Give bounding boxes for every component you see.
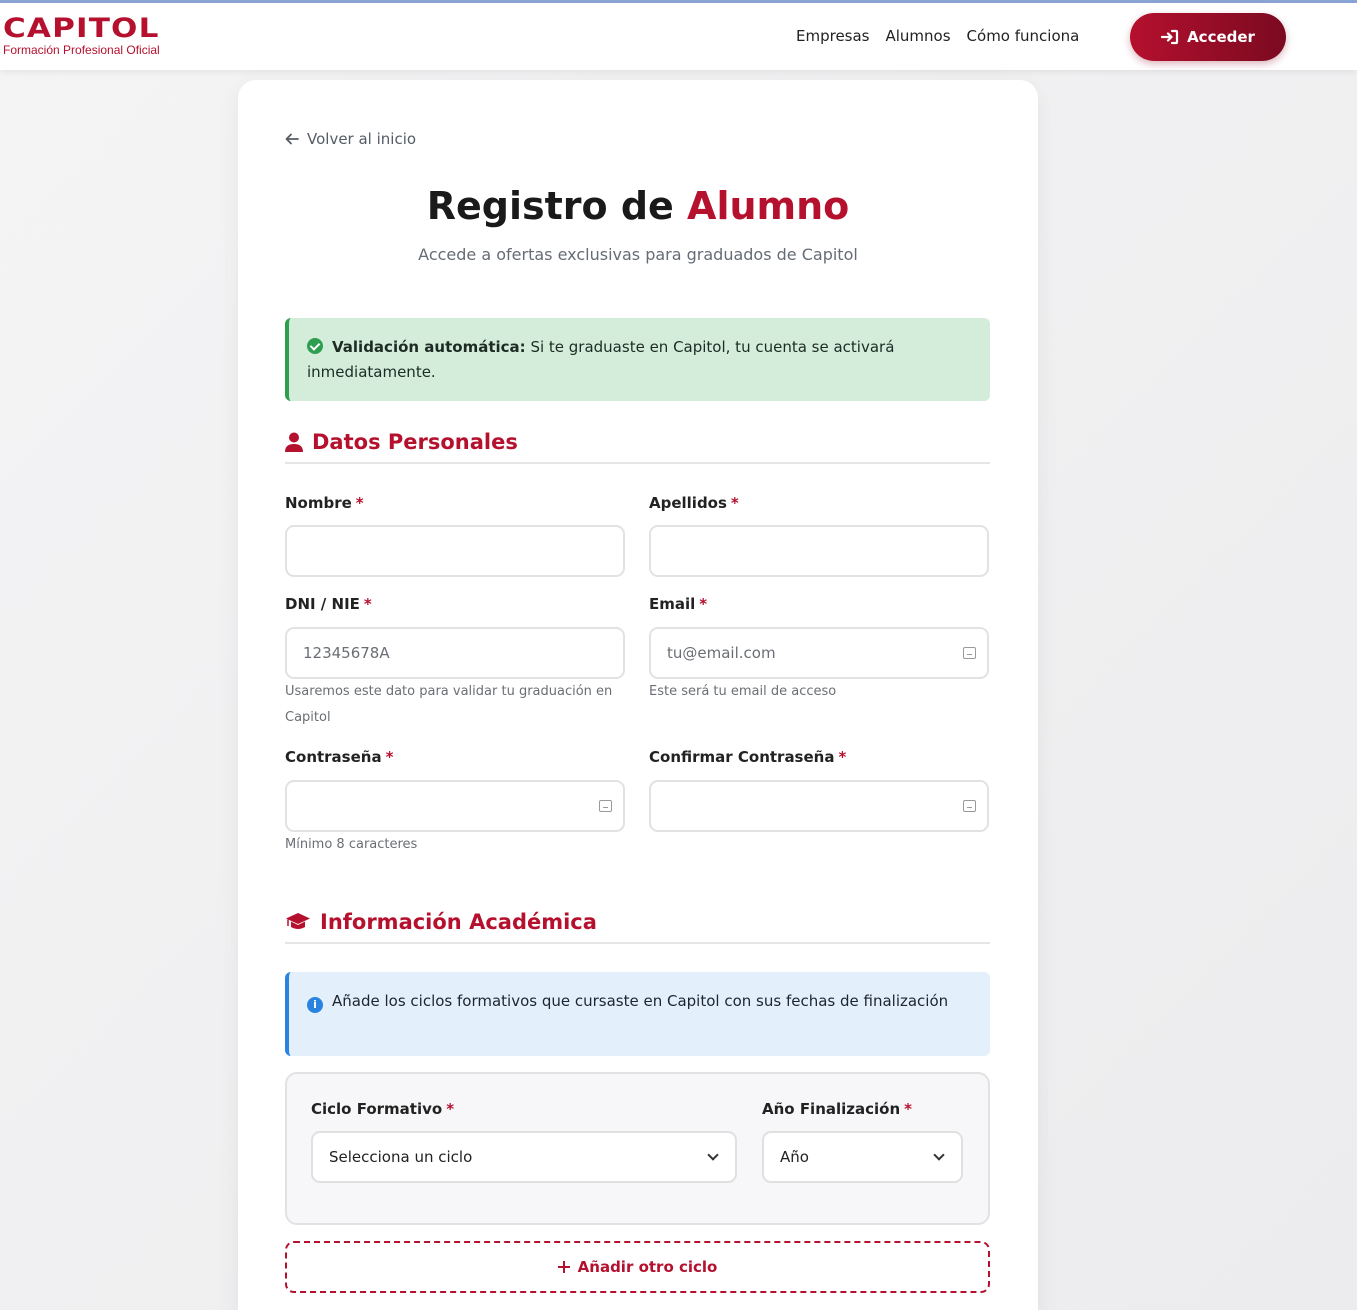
info-circle-icon: i [307,997,323,1013]
confirm-password-label-text: Confirmar Contraseña [649,748,835,766]
section-personal-data: Datos Personales [285,430,990,464]
nav-empresas[interactable]: Empresas [796,26,870,46]
user-icon [285,432,303,452]
ciclo-select[interactable]: Selecciona un ciclo [311,1131,737,1183]
apellidos-field[interactable] [649,525,989,577]
page-title: Registro de Alumno [238,184,1038,228]
apellidos-label: Apellidos * [649,494,739,512]
title-prefix: Registro de [426,184,674,228]
email-placeholder: tu@email.com [667,644,776,662]
back-link[interactable]: Volver al inicio [285,130,416,148]
dni-label-text: DNI / NIE [285,595,360,613]
add-cycle-label: Añadir otro ciclo [577,1258,718,1276]
page-subtitle: Accede a ofertas exclusivas para graduad… [418,245,858,264]
apellidos-label-text: Apellidos [649,494,727,512]
email-hint: Este será tu email de acceso [649,684,837,699]
autofill-icon[interactable] [963,647,976,659]
logo-text: CAPITOL [3,13,160,44]
site-header: CAPITOL Formación Profesional Oficial Em… [0,3,1357,70]
anio-label-text: Año Finalización [762,1100,901,1118]
nombre-field[interactable] [285,525,625,577]
required-mark: * [904,1100,913,1118]
password-hint: Mínimo 8 caracteres [285,837,418,852]
required-mark: * [838,748,847,766]
section-academic-title: Información Académica [320,910,597,934]
dni-field[interactable]: 12345678A [285,627,625,679]
sign-in-icon [1161,29,1179,45]
login-button[interactable]: Acceder [1130,13,1286,61]
required-mark: * [363,595,372,613]
graduation-cap-icon [286,913,310,929]
anio-label: Año Finalización * [762,1100,912,1118]
dni-label: DNI / NIE * [285,595,372,613]
plus-icon [557,1261,570,1273]
autofill-icon[interactable] [963,800,976,812]
back-link-label: Volver al inicio [307,130,417,148]
anio-select-value: Año [780,1148,809,1166]
email-field[interactable]: tu@email.com [649,627,989,679]
email-label-text: Email [649,595,696,613]
logo-subtitle: Formación Profesional Oficial [3,43,160,57]
anio-select[interactable]: Año [762,1131,963,1183]
login-button-label: Acceder [1187,28,1255,46]
auto-validation-alert: Validación automática: Si te graduaste e… [285,318,990,401]
autofill-icon[interactable] [599,800,612,812]
required-mark: * [730,494,739,512]
nombre-label: Nombre * [285,494,364,512]
arrow-left-icon [285,133,299,145]
dni-hint: Usaremos este dato para validar tu gradu… [285,684,613,725]
section-academic-info: Información Académica [285,910,990,944]
title-accent: Alumno [687,184,850,228]
academic-info-text: Añade los ciclos formativos que cursaste… [332,992,949,1010]
required-mark: * [446,1100,455,1118]
confirm-password-label: Confirmar Contraseña * [649,748,846,766]
registration-card: Volver al inicio Registro de Alumno Acce… [238,80,1038,1310]
alert-strong: Validación automática: [332,338,526,356]
chevron-down-icon [933,1149,945,1161]
ciclo-label: Ciclo Formativo * [311,1100,454,1118]
add-cycle-button[interactable]: Añadir otro ciclo [285,1241,990,1293]
dni-placeholder: 12345678A [303,644,390,662]
confirm-password-field[interactable] [649,780,989,832]
cycle-entry: Ciclo Formativo * Selecciona un ciclo Año… [285,1072,990,1225]
password-label-text: Contraseña [285,748,382,766]
required-mark: * [385,748,394,766]
required-mark: * [699,595,708,613]
password-field[interactable] [285,780,625,832]
capitol-logo[interactable]: CAPITOL Formación Profesional Oficial [3,15,160,58]
nav-como-funciona[interactable]: Cómo funciona [967,26,1080,46]
section-personal-title: Datos Personales [312,430,518,454]
nombre-label-text: Nombre [285,494,352,512]
chevron-down-icon [707,1149,719,1161]
ciclo-label-text: Ciclo Formativo [311,1100,443,1118]
check-circle-icon [307,338,323,354]
required-mark: * [355,494,364,512]
password-label: Contraseña * [285,748,393,766]
email-label: Email * [649,595,707,613]
main-nav: Empresas Alumnos Cómo funciona [796,26,1095,46]
ciclo-select-value: Selecciona un ciclo [329,1148,473,1166]
nav-alumnos[interactable]: Alumnos [886,26,951,46]
academic-info-alert: i Añade los ciclos formativos que cursast… [285,972,990,1056]
